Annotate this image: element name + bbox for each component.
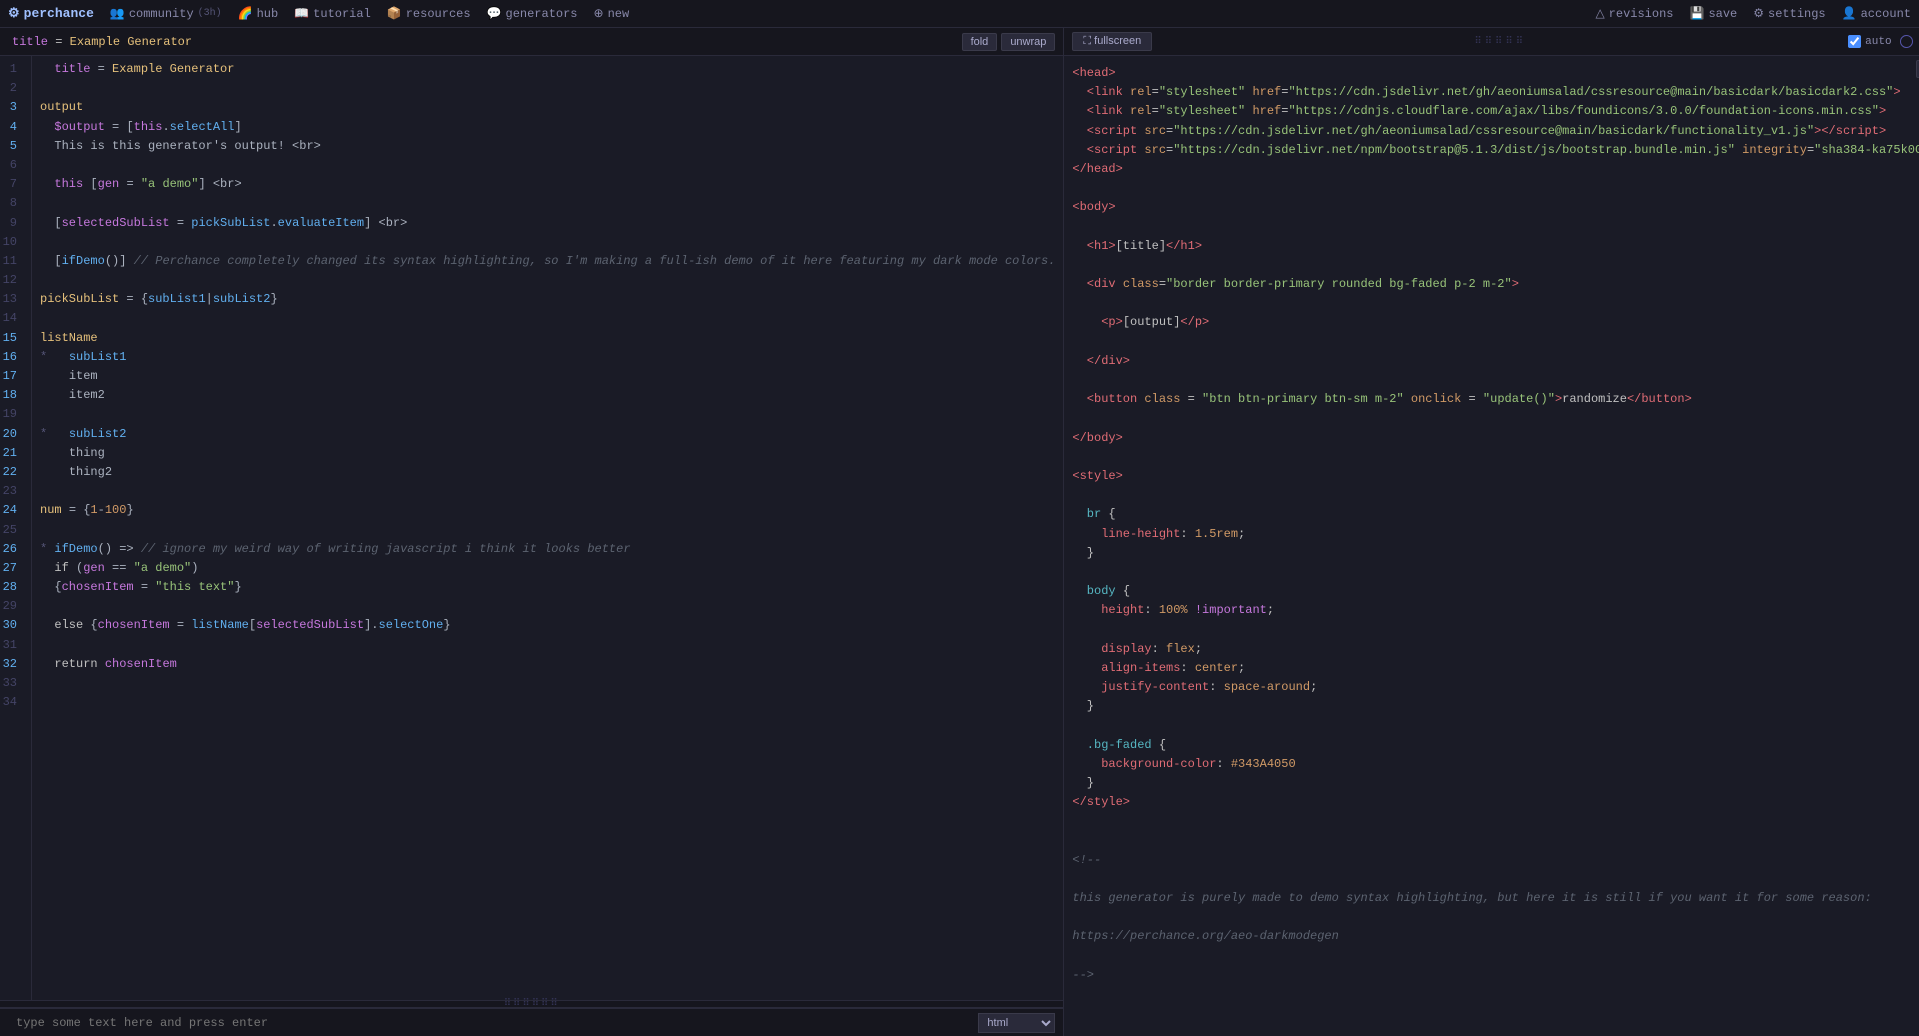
settings-icon: ⚙ xyxy=(1753,6,1764,21)
fold-button[interactable]: fold xyxy=(962,33,998,51)
nav-generators[interactable]: 💬 generators xyxy=(487,6,578,21)
new-icon: ⊕ xyxy=(594,6,604,21)
drag-handle[interactable]: ⠿⠿⠿⠿⠿ xyxy=(1474,36,1526,48)
account-icon: 👤 xyxy=(1842,6,1857,21)
line-numbers: 1 2 3 4 5 6 7 8 9 10 11 12 13 14 15 16 1… xyxy=(0,56,32,1000)
community-icon: 👥 xyxy=(110,6,125,21)
hub-icon: 🌈 xyxy=(238,6,253,21)
save-icon: 💾 xyxy=(1689,6,1704,21)
nav-settings[interactable]: ⚙ settings xyxy=(1753,6,1825,21)
fullscreen-tab[interactable]: ⛶ fullscreen xyxy=(1072,32,1152,51)
console-input[interactable] xyxy=(8,1016,974,1030)
code-area: 1 2 3 4 5 6 7 8 9 10 11 12 13 14 15 16 1… xyxy=(0,56,1063,1000)
tutorial-icon: 📖 xyxy=(294,6,309,21)
nav-save[interactable]: 💾 save xyxy=(1689,6,1737,21)
editor-panel: title = Example Generator fold unwrap 1 … xyxy=(0,28,1064,1036)
nav-resources[interactable]: 📦 resources xyxy=(387,6,471,21)
resources-icon: 📦 xyxy=(387,6,402,21)
preview-toolbar: ⛶ fullscreen ⠿⠿⠿⠿⠿ auto reload xyxy=(1064,28,1919,56)
reload-radio-label[interactable]: reload xyxy=(1900,35,1919,48)
nav-tutorial[interactable]: 📖 tutorial xyxy=(294,6,371,21)
editor-bottom-bar: html javascript css xyxy=(0,1008,1063,1036)
auto-checkbox-label[interactable]: auto xyxy=(1848,35,1891,48)
code-editor[interactable]: title = Example Generator output $output… xyxy=(32,56,1063,1000)
editor-resize-handle[interactable]: ⠿⠿⠿⠿⠿⠿ xyxy=(0,1000,1063,1008)
nav-brand[interactable]: ⚙ perchance xyxy=(8,6,94,21)
brand-icon: ⚙ xyxy=(8,6,20,21)
reload-radio-icon xyxy=(1900,35,1913,48)
generators-icon: 💬 xyxy=(487,6,502,21)
nav-right: △ revisions 💾 save ⚙ settings 👤 account xyxy=(1595,6,1911,21)
editor-title-bar: title = Example Generator xyxy=(8,35,958,49)
language-selector[interactable]: html javascript css xyxy=(978,1013,1055,1033)
auto-checkbox[interactable] xyxy=(1848,35,1861,48)
nav-account[interactable]: 👤 account xyxy=(1842,6,1911,21)
nav-community[interactable]: 👥 community (3h) xyxy=(110,6,222,21)
main-layout: title = Example Generator fold unwrap 1 … xyxy=(0,28,1919,1036)
editor-toolbar: title = Example Generator fold unwrap xyxy=(0,28,1063,56)
preview-right-controls: auto reload xyxy=(1848,35,1919,48)
nav-revisions[interactable]: △ revisions xyxy=(1595,6,1673,21)
fullscreen-icon: ⛶ xyxy=(1083,35,1091,47)
brand-label: perchance xyxy=(24,6,94,21)
unwrap-button[interactable]: unwrap xyxy=(1001,33,1055,51)
preview-panel: ⛶ fullscreen ⠿⠿⠿⠿⠿ auto reload wrap <hea… xyxy=(1064,28,1919,1036)
revisions-icon: △ xyxy=(1595,6,1604,21)
preview-content: <head> <link rel="stylesheet" href="http… xyxy=(1064,56,1919,1036)
nav-hub[interactable]: 🌈 hub xyxy=(238,6,279,21)
top-nav: ⚙ perchance 👥 community (3h) 🌈 hub 📖 tut… xyxy=(0,0,1919,28)
nav-new[interactable]: ⊕ new xyxy=(594,6,630,21)
